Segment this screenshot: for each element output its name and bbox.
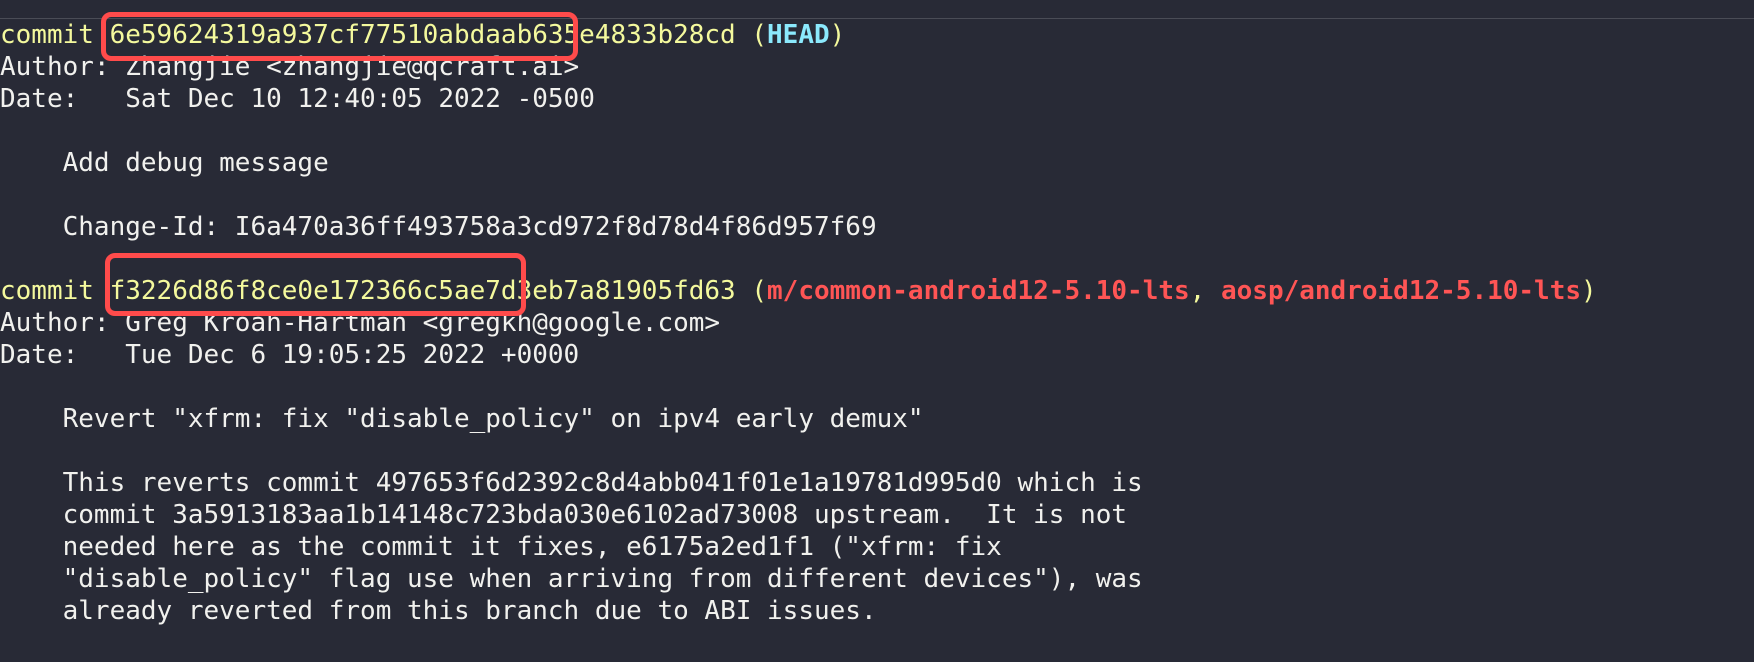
ref-branch-common: m/common-android12-5.10-lts — [767, 276, 1190, 306]
message-title-text: Revert "xfrm: fix "disable_policy" on ip… — [62, 404, 924, 434]
refs-close-paren: ) — [829, 20, 846, 50]
date-line-1: Date: Sat Dec 10 12:40:05 2022 -0500 — [0, 83, 595, 115]
commit-line-1: commit 6e59624319a937cf77510abdaab635e48… — [0, 19, 845, 51]
author-line-2: Author: Greg Kroah-Hartman <gregkh@googl… — [0, 307, 720, 339]
commit-hash[interactable]: f3226d86f8ce0e172366c5ae7d3eb7a81905fd63 — [110, 276, 736, 306]
author-value: Greg Kroah-Hartman <gregkh@google.com> — [125, 308, 721, 338]
ref-branch-aosp: aosp/android12-5.10-lts — [1220, 276, 1582, 306]
commit-body-line: needed here as the commit it fixes, e617… — [0, 531, 1002, 563]
body-line-text: "disable_policy" flag use when arriving … — [62, 564, 1143, 594]
commit-keyword: commit — [0, 20, 94, 50]
author-label: Author: — [0, 308, 110, 338]
body-line-text: needed here as the commit it fixes, e617… — [62, 532, 1002, 562]
message-title-text: Add debug message — [62, 148, 329, 178]
author-value: Zhangjie <zhangjie@qcraft.ai> — [125, 52, 580, 82]
date-line-2: Date: Tue Dec 6 19:05:25 2022 +0000 — [0, 339, 579, 371]
commit-body-line: commit 3a5913183aa1b14148c723bda030e6102… — [0, 499, 1127, 531]
commit-line-2: commit f3226d86f8ce0e172366c5ae7d3eb7a81… — [0, 275, 1597, 307]
author-label: Author: — [0, 52, 110, 82]
refs-separator: , — [1189, 276, 1221, 306]
commit-body-line: "disable_policy" flag use when arriving … — [0, 563, 1143, 595]
commit-hash[interactable]: 6e59624319a937cf77510abdaab635e4833b28cd — [110, 20, 736, 50]
commit-message-title-1: Add debug message — [0, 147, 329, 179]
date-value: Sat Dec 10 12:40:05 2022 -0500 — [125, 84, 595, 114]
date-label: Date: — [0, 84, 79, 114]
author-line-1: Author: Zhangjie <zhangjie@qcraft.ai> — [0, 51, 579, 83]
commit-keyword: commit — [0, 276, 94, 306]
refs-open-paren: ( — [751, 20, 768, 50]
date-label: Date: — [0, 340, 79, 370]
body-line-text: This reverts commit 497653f6d2392c8d4abb… — [62, 468, 1143, 498]
change-id-text: Change-Id: I6a470a36ff493758a3cd972f8d78… — [62, 212, 877, 242]
terminal-window: commit 6e59624319a937cf77510abdaab635e48… — [0, 0, 1754, 662]
commit-body-line: already reverted from this branch due to… — [0, 595, 877, 627]
change-id-line: Change-Id: I6a470a36ff493758a3cd972f8d78… — [0, 211, 877, 243]
body-line-text: commit 3a5913183aa1b14148c723bda030e6102… — [62, 500, 1128, 530]
commit-body-line: This reverts commit 497653f6d2392c8d4abb… — [0, 467, 1143, 499]
ref-head: HEAD — [767, 20, 830, 50]
body-line-text: already reverted from this branch due to… — [62, 596, 877, 626]
commit-message-title-2: Revert "xfrm: fix "disable_policy" on ip… — [0, 403, 924, 435]
refs-close-paren: ) — [1581, 276, 1597, 306]
refs-open-paren: ( — [751, 276, 768, 306]
date-value: Tue Dec 6 19:05:25 2022 +0000 — [125, 340, 580, 370]
